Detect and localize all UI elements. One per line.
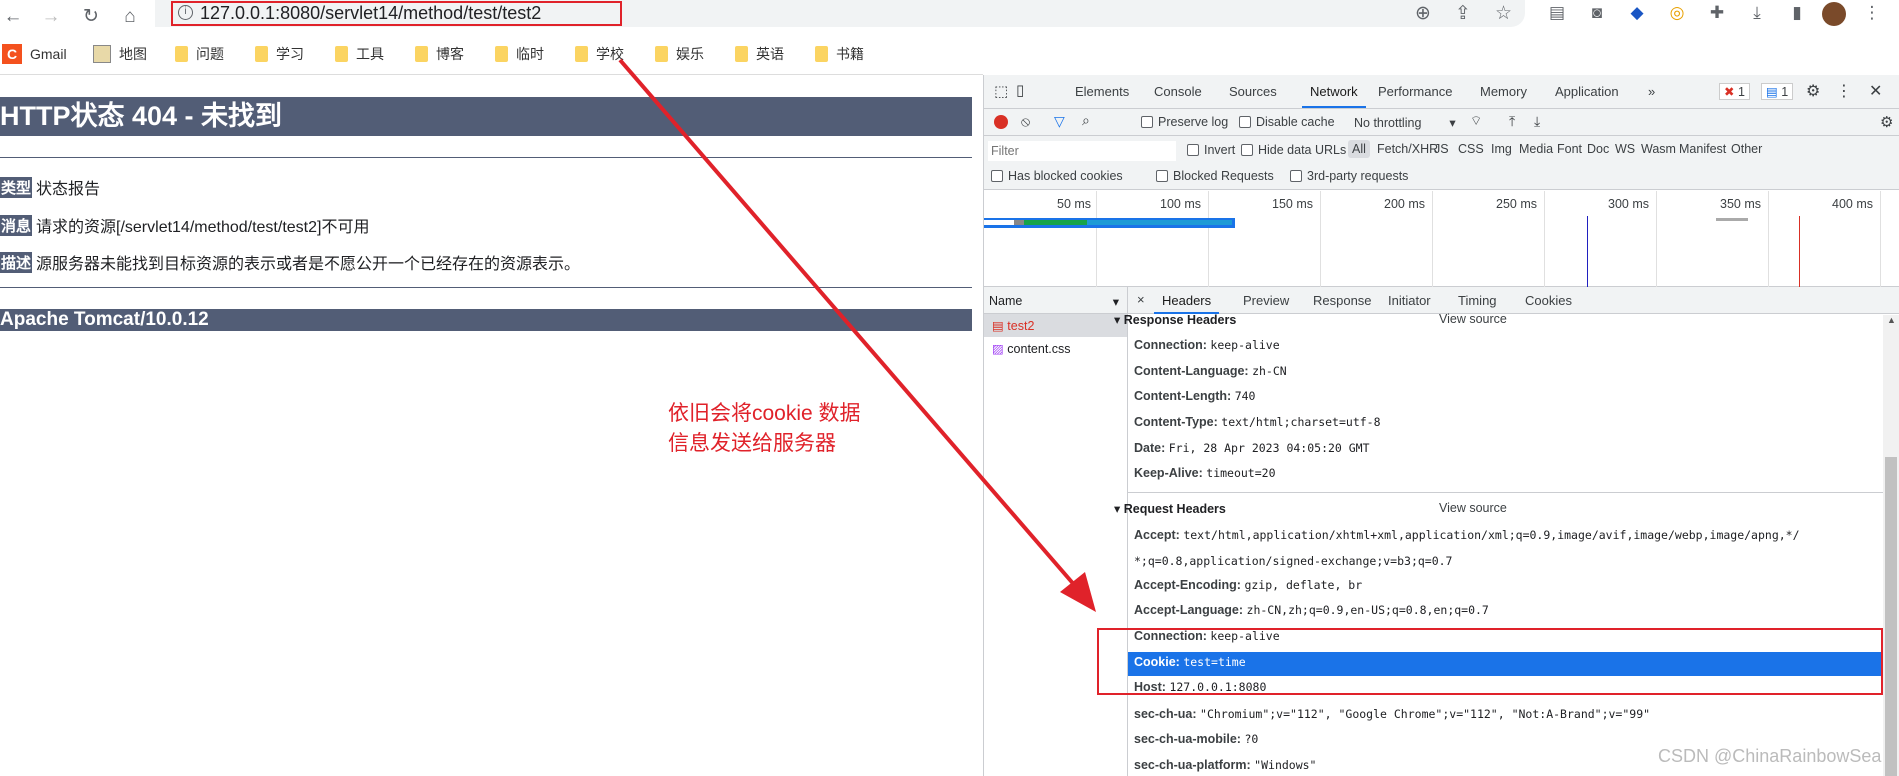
watermark: CSDN @ChinaRainbowSea — [1658, 746, 1882, 766]
annotation-arrow — [618, 58, 1096, 612]
annotation-text: 依旧会将cookie 数据 信息发送给服务器 — [668, 402, 861, 455]
